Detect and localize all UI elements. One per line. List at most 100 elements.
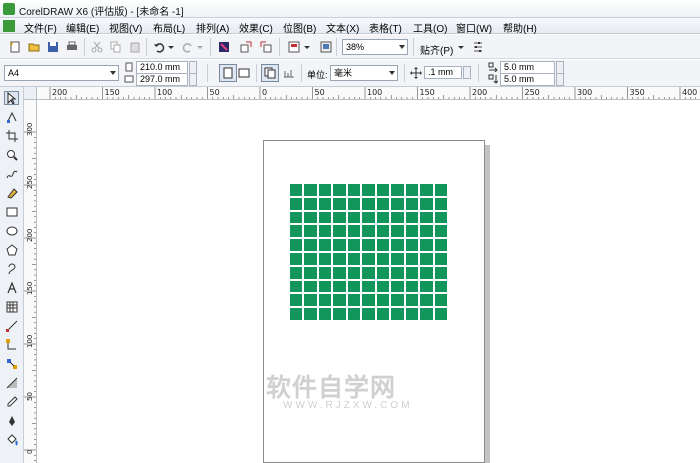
grid-square[interactable] — [376, 253, 390, 265]
grid-square[interactable] — [290, 239, 303, 251]
outline-pen-tool-icon[interactable] — [4, 414, 19, 428]
grid-square[interactable] — [318, 280, 332, 293]
grid-square[interactable] — [391, 197, 404, 210]
smart-fill-tool-icon[interactable] — [4, 186, 19, 200]
page-size-combo[interactable]: A4 — [4, 65, 119, 81]
grid-square[interactable] — [376, 211, 390, 224]
grid-square[interactable] — [333, 294, 346, 307]
grid-square[interactable] — [304, 239, 317, 251]
green-square-grid[interactable] — [290, 184, 447, 320]
grid-square[interactable] — [290, 184, 303, 196]
import-icon[interactable] — [238, 39, 254, 55]
grid-square[interactable] — [420, 239, 433, 251]
grid-square[interactable] — [304, 197, 317, 210]
menu-effects[interactable]: 效果(C) — [239, 20, 273, 35]
grid-square[interactable] — [318, 239, 332, 251]
grid-square[interactable] — [405, 197, 419, 210]
grid-square[interactable] — [391, 239, 404, 251]
page-height-field[interactable]: 297.0 mm — [136, 73, 188, 86]
grid-square[interactable] — [434, 294, 447, 307]
grid-square[interactable] — [434, 197, 447, 210]
grid-square[interactable] — [318, 308, 332, 320]
grid-square[interactable] — [376, 266, 390, 279]
grid-square[interactable] — [405, 294, 419, 307]
grid-square[interactable] — [304, 225, 317, 238]
grid-square[interactable] — [405, 253, 419, 265]
undo-dropdown-icon[interactable] — [166, 39, 176, 55]
ruler-origin-icon[interactable] — [24, 87, 37, 100]
grid-square[interactable] — [391, 211, 404, 224]
duplicate-y-spinner[interactable] — [556, 73, 564, 86]
publish-pdf-icon[interactable] — [286, 39, 302, 55]
grid-square[interactable] — [376, 280, 390, 293]
grid-square[interactable] — [391, 308, 404, 320]
grid-square[interactable] — [362, 239, 375, 251]
search-content-icon[interactable] — [216, 39, 232, 55]
grid-square[interactable] — [318, 294, 332, 307]
grid-square[interactable] — [347, 253, 361, 265]
grid-square[interactable] — [420, 308, 433, 320]
vertical-ruler[interactable]: 300 250 200 150 100 50 0 — [24, 100, 37, 463]
page-height-spinner[interactable] — [189, 73, 197, 86]
connector-tool-icon[interactable] — [4, 338, 19, 352]
grid-square[interactable] — [420, 280, 433, 293]
copy-icon[interactable] — [108, 39, 124, 55]
grid-square[interactable] — [434, 280, 447, 293]
menu-bitmaps[interactable]: 位图(B) — [283, 20, 316, 35]
grid-square[interactable] — [434, 266, 447, 279]
zoom-tool-icon[interactable] — [4, 148, 19, 162]
current-page-button[interactable] — [281, 65, 297, 81]
dimension-tool-icon[interactable] — [4, 319, 19, 333]
grid-square[interactable] — [318, 184, 332, 196]
grid-square[interactable] — [434, 308, 447, 320]
grid-square[interactable] — [376, 294, 390, 307]
grid-square[interactable] — [304, 184, 317, 196]
grid-square[interactable] — [434, 211, 447, 224]
horizontal-ruler[interactable]: 200 150 100 50 0 50 100 150 200 250 300 350 400 — [24, 87, 700, 100]
snap-to-label[interactable]: 贴齐(P) — [420, 42, 453, 57]
print-icon[interactable] — [64, 39, 80, 55]
grid-square[interactable] — [304, 280, 317, 293]
landscape-orientation-button[interactable] — [236, 65, 252, 81]
redo-icon[interactable] — [180, 39, 196, 55]
basic-shapes-tool-icon[interactable] — [4, 262, 19, 276]
grid-square[interactable] — [362, 225, 375, 238]
grid-square[interactable] — [290, 253, 303, 265]
grid-square[interactable] — [318, 266, 332, 279]
menu-tools[interactable]: 工具(O) — [413, 20, 447, 35]
grid-square[interactable] — [290, 294, 303, 307]
grid-square[interactable] — [434, 253, 447, 265]
grid-square[interactable] — [333, 211, 346, 224]
menu-edit[interactable]: 编辑(E) — [66, 20, 99, 35]
grid-square[interactable] — [391, 266, 404, 279]
fill-tool-icon[interactable] — [4, 433, 19, 447]
grid-square[interactable] — [420, 253, 433, 265]
grid-square[interactable] — [405, 184, 419, 196]
grid-square[interactable] — [420, 266, 433, 279]
shape-tool-icon[interactable] — [4, 110, 19, 124]
grid-square[interactable] — [362, 197, 375, 210]
grid-square[interactable] — [362, 308, 375, 320]
grid-square[interactable] — [405, 280, 419, 293]
launcher-dropdown-icon[interactable] — [302, 39, 312, 55]
grid-square[interactable] — [333, 253, 346, 265]
grid-square[interactable] — [347, 225, 361, 238]
grid-square[interactable] — [420, 225, 433, 238]
document-menu-icon[interactable] — [3, 20, 15, 32]
paste-icon[interactable] — [127, 39, 143, 55]
grid-square[interactable] — [434, 184, 447, 196]
cut-icon[interactable] — [89, 39, 105, 55]
grid-square[interactable] — [347, 184, 361, 196]
redo-dropdown-icon[interactable] — [195, 39, 205, 55]
menu-view[interactable]: 视图(V) — [109, 20, 142, 35]
grid-square[interactable] — [362, 253, 375, 265]
grid-square[interactable] — [304, 253, 317, 265]
grid-square[interactable] — [405, 211, 419, 224]
grid-square[interactable] — [333, 308, 346, 320]
grid-square[interactable] — [347, 239, 361, 251]
grid-square[interactable] — [347, 266, 361, 279]
grid-square[interactable] — [391, 253, 404, 265]
grid-square[interactable] — [333, 225, 346, 238]
grid-square[interactable] — [376, 308, 390, 320]
grid-square[interactable] — [318, 225, 332, 238]
